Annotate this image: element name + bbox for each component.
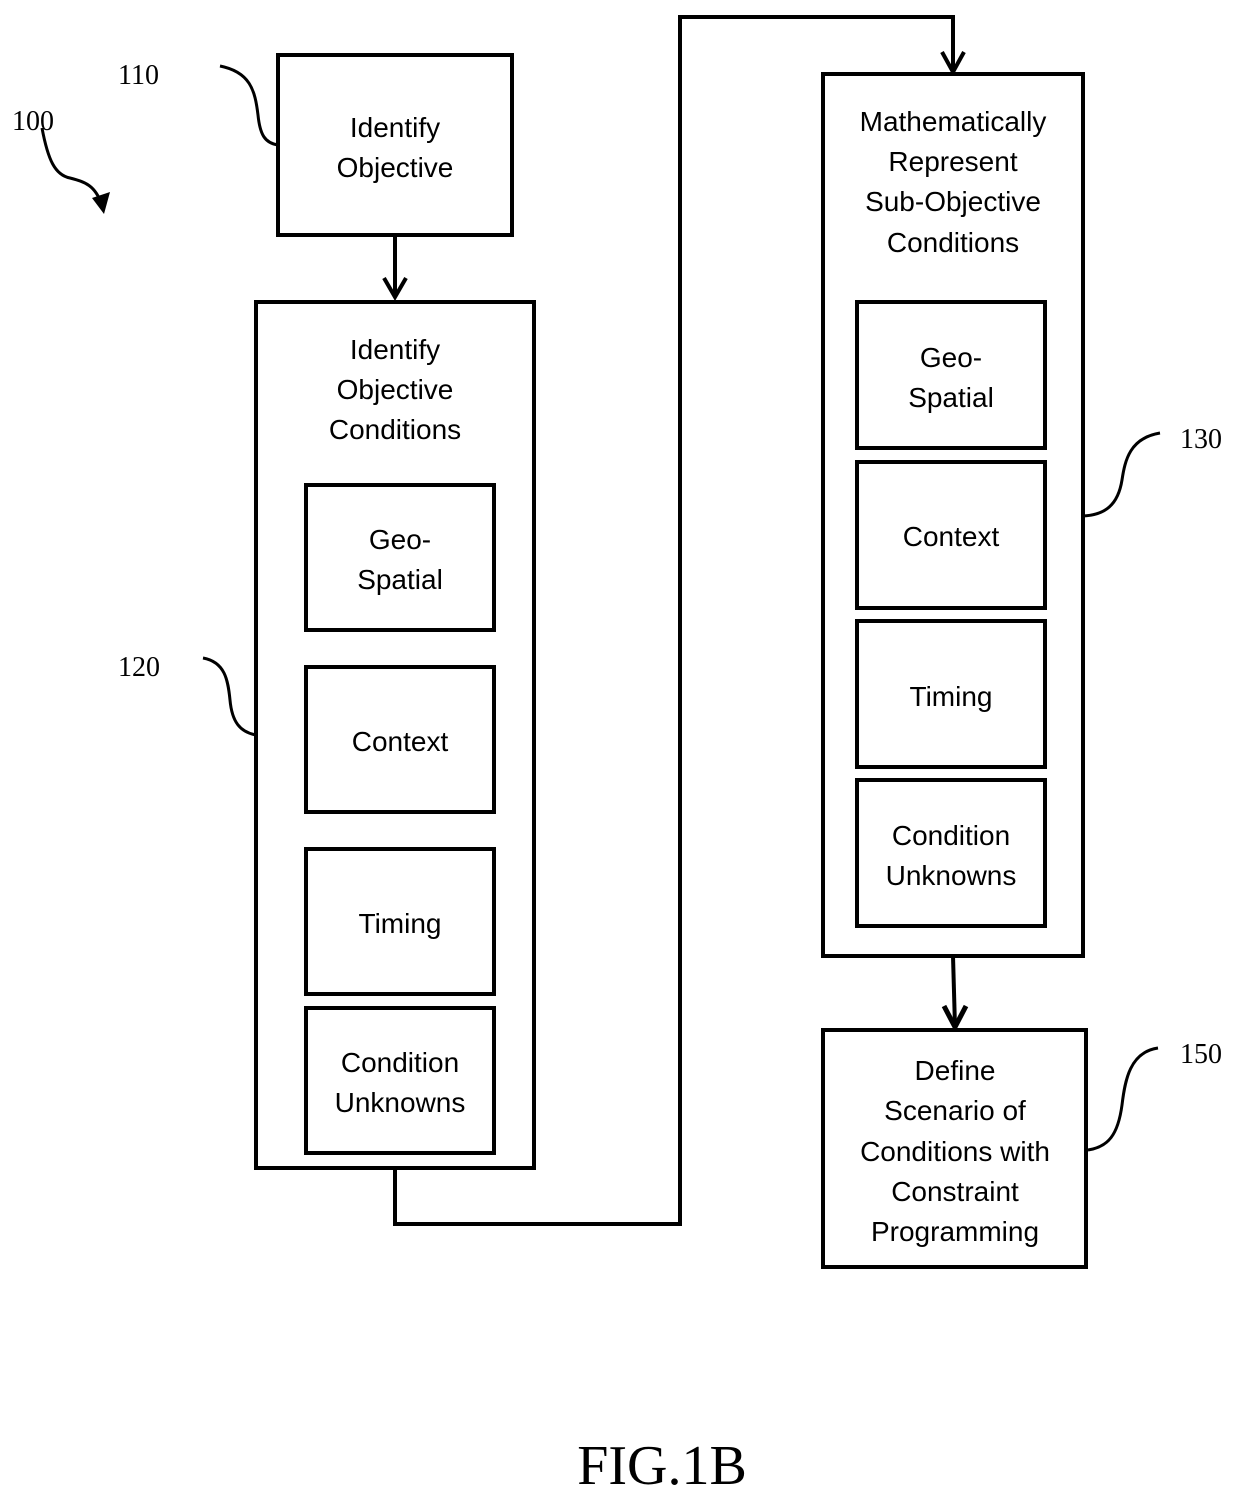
step-130-title-line-4: Conditions (887, 227, 1019, 258)
step-120-geospatial-box (304, 483, 496, 632)
step-110-line-2: Objective (337, 152, 454, 183)
step-120-title-line-1: Identify (350, 334, 440, 365)
step-150-line-4: Constraint (891, 1176, 1019, 1207)
step-130-geospatial-line-2: Spatial (908, 382, 994, 413)
step-120-condition-unknowns-line-2: Unknowns (335, 1087, 466, 1118)
step-identify-objective: Identify Objective (276, 53, 514, 237)
leader-120 (202, 656, 257, 737)
step-mathematically-represent: Mathematically Represent Sub-Objective C… (821, 72, 1085, 958)
leader-130 (1082, 431, 1161, 518)
step-130-geospatial-line-1: Geo- (920, 342, 982, 373)
ref-label-100: 100 (12, 106, 54, 137)
step-150-line-1: Define (915, 1055, 996, 1086)
flow-diagram: 100 110 Identify Objective 120 Identify … (12, 15, 1222, 1496)
step-110-box (276, 53, 514, 237)
step-define-scenario: Define Scenario of Conditions with Const… (821, 1028, 1088, 1269)
step-120-title-line-3: Conditions (329, 414, 461, 445)
step-130-title-line-3: Sub-Objective (865, 186, 1041, 217)
step-130-condition-unknowns-box (855, 778, 1047, 928)
step-130-condition-unknowns-line-1: Condition (892, 820, 1010, 851)
step-120-timing-label: Timing (359, 908, 442, 939)
step-130-title-line-2: Represent (888, 146, 1017, 177)
leader-110 (219, 64, 279, 147)
step-110-line-1: Identify (350, 112, 440, 143)
step-120-geospatial-line-1: Geo- (369, 524, 431, 555)
step-150-line-2: Scenario of (884, 1095, 1026, 1126)
ref-arrow-100 (40, 127, 104, 206)
step-120-title-line-2: Objective (337, 374, 454, 405)
step-130-timing-label: Timing (910, 681, 993, 712)
ref-label-120: 120 (118, 652, 160, 683)
step-120-condition-unknowns-line-1: Condition (341, 1047, 459, 1078)
ref-label-150: 150 (1180, 1039, 1222, 1070)
arrow-130-to-150 (951, 955, 957, 1028)
step-150-line-3: Conditions with (860, 1136, 1050, 1167)
ref-arrow-100-head (92, 192, 110, 214)
figure-label: FIG.1B (577, 1435, 747, 1496)
leader-150 (1087, 1046, 1159, 1152)
step-identify-objective-conditions: Identify Objective Conditions Geo- Spati… (254, 300, 536, 1170)
step-150-line-5: Programming (871, 1216, 1039, 1247)
step-130-geospatial-box (855, 300, 1047, 450)
step-130-context-label: Context (903, 521, 1000, 552)
step-130-title-line-1: Mathematically (860, 106, 1047, 137)
step-130-condition-unknowns-line-2: Unknowns (886, 860, 1017, 891)
step-120-condition-unknowns-box (304, 1006, 496, 1155)
step-120-context-label: Context (352, 726, 449, 757)
ref-label-110: 110 (118, 60, 159, 91)
step-120-geospatial-line-2: Spatial (357, 564, 443, 595)
ref-label-130: 130 (1180, 424, 1222, 455)
